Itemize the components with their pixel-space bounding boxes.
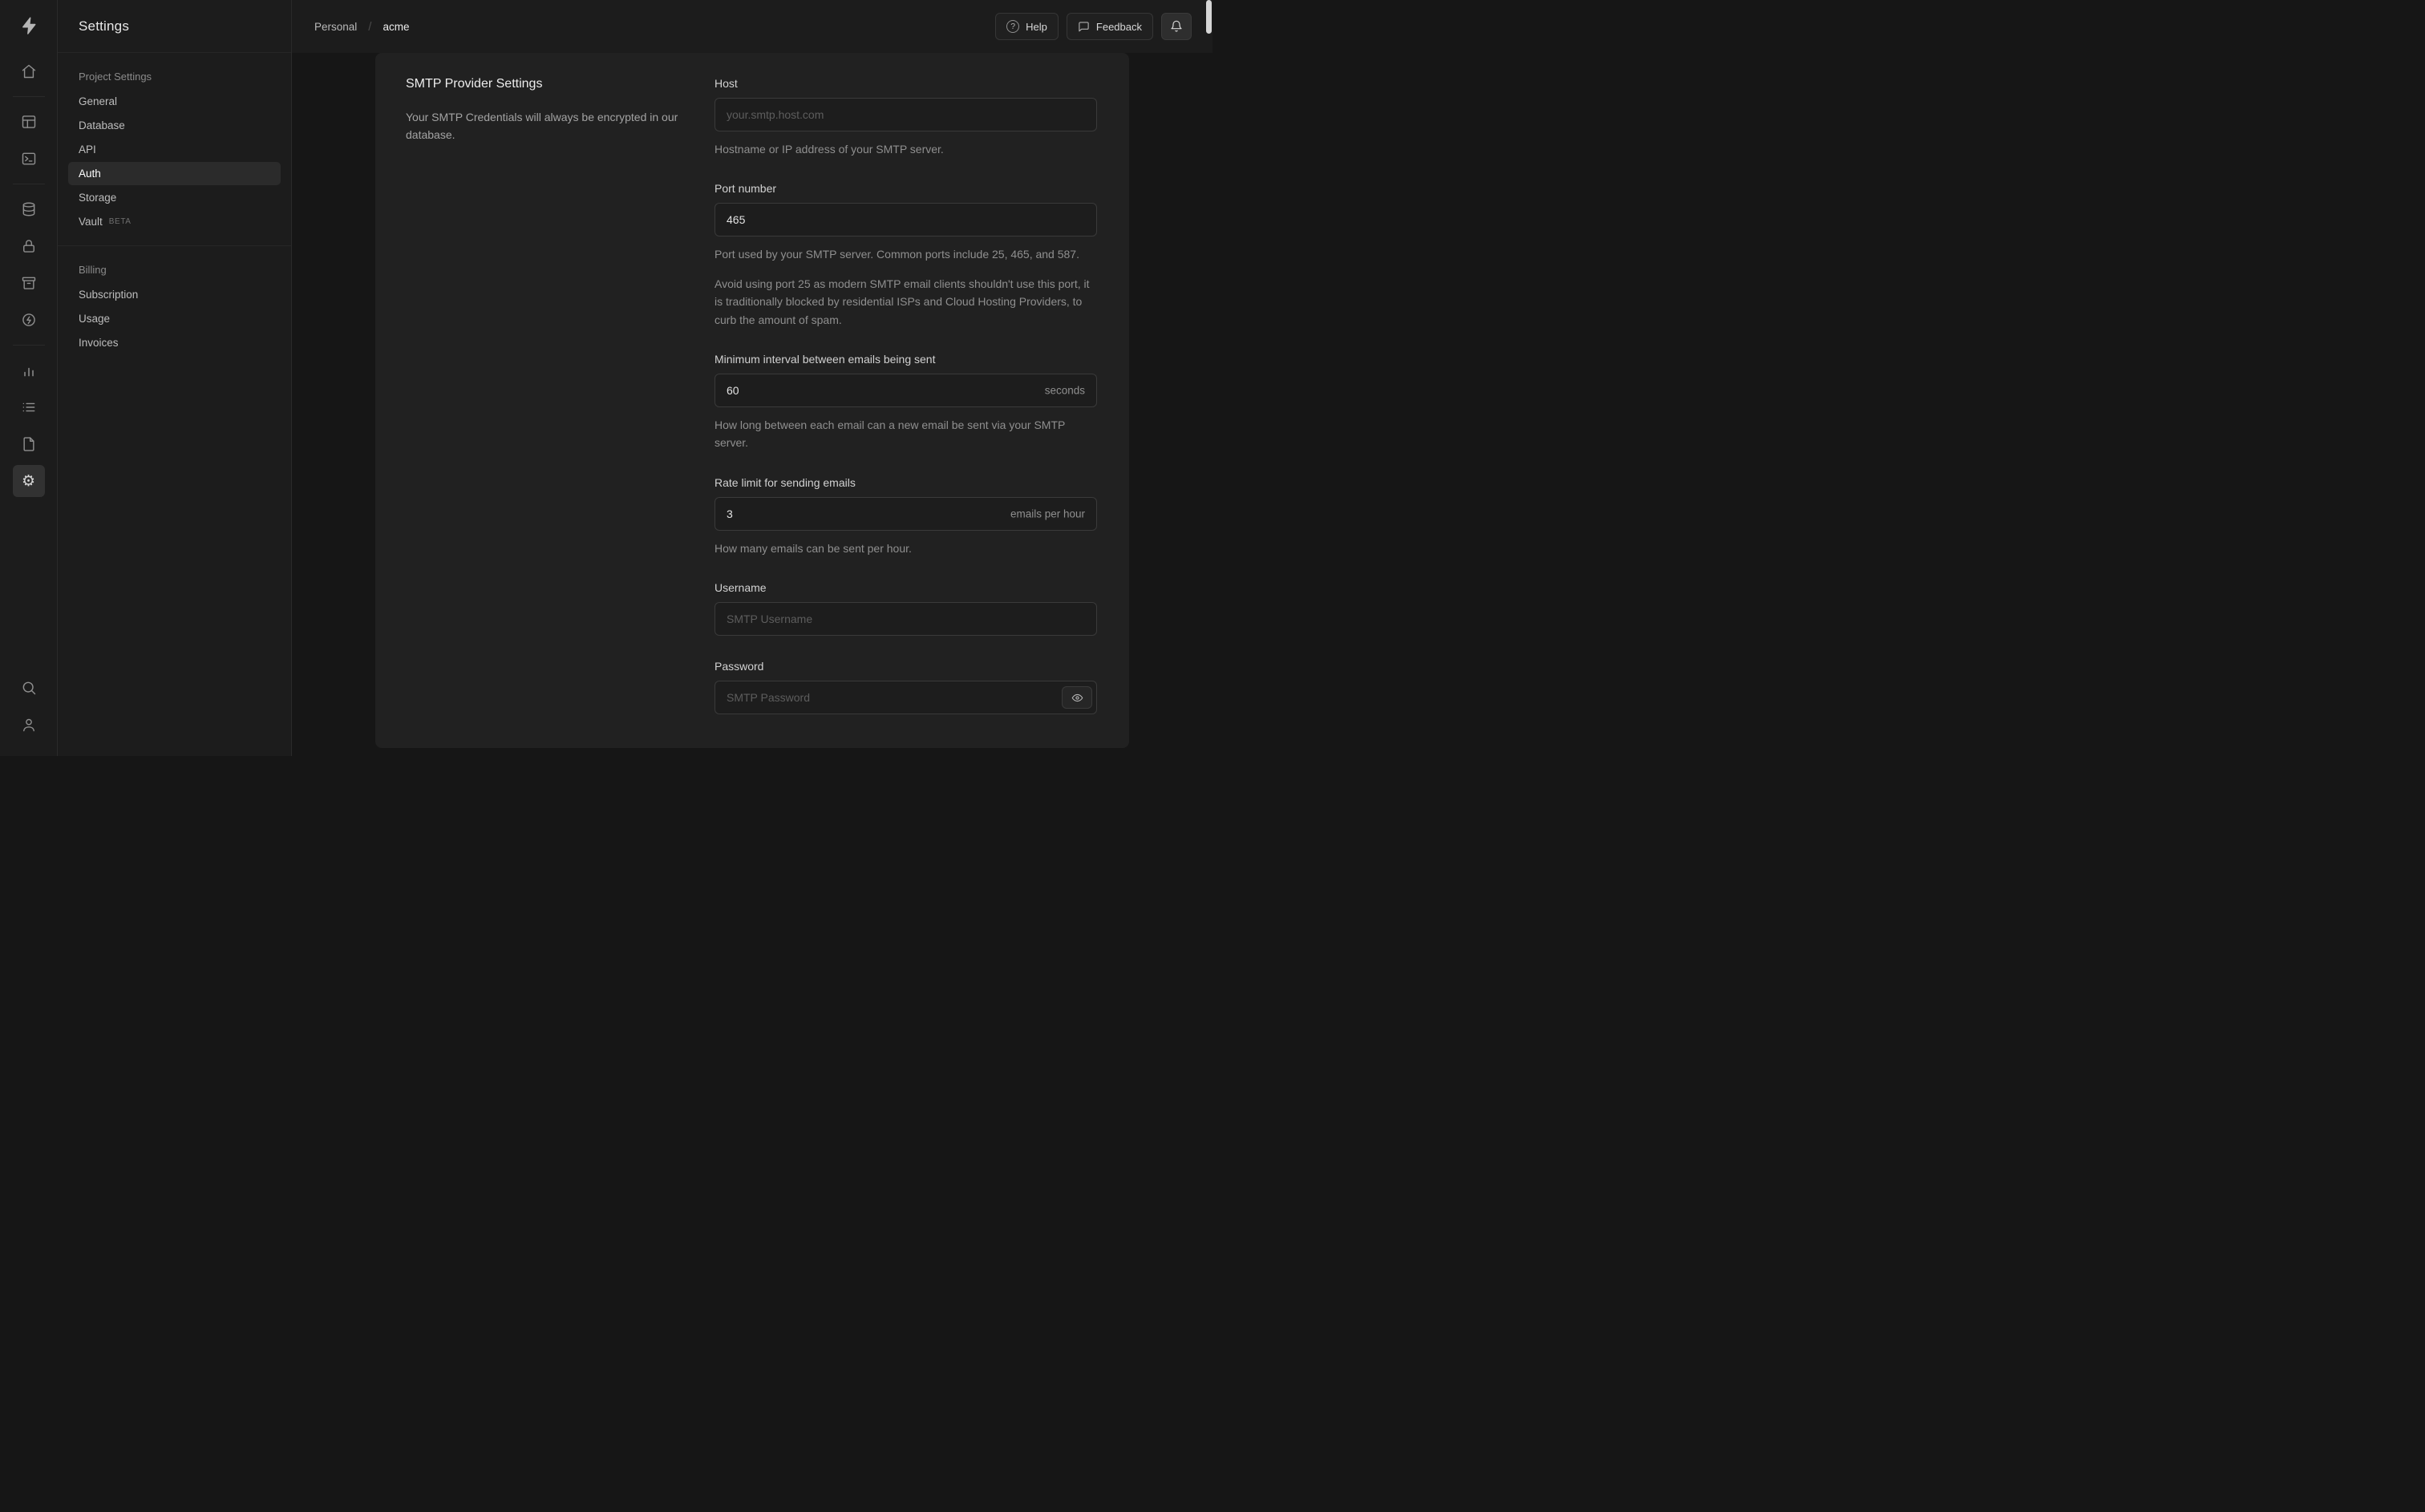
sidebar-item-auth[interactable]: Auth	[68, 162, 281, 185]
eye-icon	[1071, 692, 1083, 704]
field-port: Port number Port used by your SMTP serve…	[715, 182, 1097, 329]
scrollbar[interactable]	[1205, 0, 1212, 756]
port-input[interactable]	[715, 203, 1097, 237]
database-icon[interactable]	[13, 193, 45, 225]
breadcrumb-org[interactable]: Personal	[314, 21, 357, 33]
breadcrumb-project[interactable]: acme	[383, 21, 409, 33]
min-interval-input[interactable]	[715, 373, 1097, 407]
sidebar-item-label: Subscription	[79, 289, 139, 301]
toggle-password-visibility-button[interactable]	[1062, 686, 1092, 710]
sidebar-item-storage[interactable]: Storage	[68, 186, 281, 209]
section-title: SMTP Provider Settings	[406, 77, 543, 91]
field-host: Host Hostname or IP address of your SMTP…	[715, 77, 1097, 158]
port-input-wrap	[715, 203, 1097, 237]
port-help-text: Port used by your SMTP server. Common po…	[715, 248, 1079, 261]
page-title: Settings	[79, 18, 130, 34]
gear-icon: ⚙	[21, 471, 36, 490]
rail-divider	[12, 345, 45, 346]
min-interval-help-text: How long between each email can a new em…	[715, 418, 1066, 450]
topbar-actions: ? Help Feedback	[995, 13, 1192, 40]
user-icon[interactable]	[13, 709, 45, 741]
password-input[interactable]	[715, 681, 1097, 715]
rate-limit-help-text: How many emails can be sent per hour.	[715, 541, 912, 555]
sidebar-item-label: Vault	[79, 216, 103, 228]
docs-icon[interactable]	[13, 428, 45, 460]
sidebar-item-label: Database	[79, 119, 125, 131]
port-note-text: Avoid using port 25 as modern SMTP email…	[715, 277, 1090, 326]
smtp-settings-panel: SMTP Provider Settings Your SMTP Credent…	[375, 53, 1129, 748]
port-label: Port number	[715, 182, 777, 196]
help-button-label: Help	[1026, 20, 1047, 33]
smtp-form-fields: Host Hostname or IP address of your SMTP…	[715, 77, 1097, 715]
logs-icon[interactable]	[13, 391, 45, 423]
field-password: Password	[715, 660, 1097, 715]
min-interval-input-wrap: seconds	[715, 373, 1097, 407]
sidebar-item-label: Usage	[79, 313, 111, 325]
storage-icon[interactable]	[13, 267, 45, 299]
password-input-wrap	[715, 681, 1097, 715]
help-circle-icon: ?	[1006, 20, 1020, 33]
beta-badge: BETA	[108, 217, 132, 226]
sidebar-item-label: Auth	[79, 168, 101, 180]
sql-editor-icon[interactable]	[13, 143, 45, 175]
reports-icon[interactable]	[13, 354, 45, 386]
field-min-interval: Minimum interval between emails being se…	[715, 353, 1097, 452]
scrollbar-thumb[interactable]	[1206, 0, 1212, 34]
host-input[interactable]	[715, 98, 1097, 131]
nav-section-billing: Billing Subscription Usage Invoices	[58, 245, 291, 366]
username-input-wrap	[715, 602, 1097, 637]
sidebar-item-label: General	[79, 95, 118, 107]
help-button[interactable]: ? Help	[995, 13, 1059, 40]
bell-icon	[1170, 20, 1183, 33]
section-info: SMTP Provider Settings Your SMTP Credent…	[406, 77, 715, 714]
breadcrumb: Personal / acme	[314, 20, 409, 34]
sidebar-item-invoices[interactable]: Invoices	[68, 331, 281, 354]
host-help-text: Hostname or IP address of your SMTP serv…	[715, 143, 944, 156]
nav-section-project-settings: Project Settings General Database API Au…	[58, 53, 291, 245]
rate-limit-input[interactable]	[715, 496, 1097, 531]
sidebar-item-subscription[interactable]: Subscription	[68, 283, 281, 306]
table-editor-icon[interactable]	[13, 106, 45, 138]
auth-lock-icon[interactable]	[13, 230, 45, 262]
rate-limit-input-wrap: emails per hour	[715, 496, 1097, 531]
section-description: Your SMTP Credentials will always be enc…	[406, 111, 678, 141]
top-bar: Personal / acme ? Help Feedback	[292, 0, 1212, 53]
icon-rail: ⚙	[0, 0, 58, 756]
sidebar-item-general[interactable]: General	[68, 90, 281, 113]
search-icon[interactable]	[13, 672, 45, 704]
supabase-logo-icon[interactable]	[13, 10, 45, 42]
sidebar-item-label: Invoices	[79, 337, 119, 349]
chat-bubble-icon	[1078, 21, 1090, 33]
notifications-button[interactable]	[1161, 13, 1192, 40]
section-heading: Billing	[79, 264, 107, 276]
host-input-wrap	[715, 98, 1097, 131]
sidebar-item-label: Storage	[79, 192, 117, 204]
min-interval-label: Minimum interval between emails being se…	[715, 352, 936, 366]
field-username: Username	[715, 581, 1097, 637]
main-column: Personal / acme ? Help Feedback SMTP Pro…	[292, 0, 1212, 756]
username-input[interactable]	[715, 602, 1097, 637]
sidebar-item-usage[interactable]: Usage	[68, 307, 281, 330]
sidebar-item-api[interactable]: API	[68, 138, 281, 161]
home-icon[interactable]	[13, 55, 45, 87]
sidebar-header: Settings	[58, 0, 291, 53]
sidebar-item-vault[interactable]: Vault BETA	[68, 210, 281, 233]
edge-functions-icon[interactable]	[13, 304, 45, 336]
password-label: Password	[715, 660, 764, 673]
sidebar-item-label: API	[79, 144, 96, 156]
rail-divider	[12, 96, 45, 97]
rate-limit-label: Rate limit for sending emails	[715, 475, 856, 489]
breadcrumb-separator: /	[368, 19, 372, 34]
feedback-button[interactable]: Feedback	[1066, 13, 1153, 40]
sidebar-item-database[interactable]: Database	[68, 114, 281, 137]
username-label: Username	[715, 581, 767, 595]
settings-icon[interactable]: ⚙	[12, 465, 45, 497]
host-label: Host	[715, 77, 738, 90]
field-rate-limit: Rate limit for sending emails emails per…	[715, 476, 1097, 557]
feedback-button-label: Feedback	[1095, 20, 1142, 33]
settings-sidebar: Settings Project Settings General Databa…	[58, 0, 292, 756]
section-heading: Project Settings	[79, 71, 152, 83]
content-area: SMTP Provider Settings Your SMTP Credent…	[292, 53, 1212, 756]
